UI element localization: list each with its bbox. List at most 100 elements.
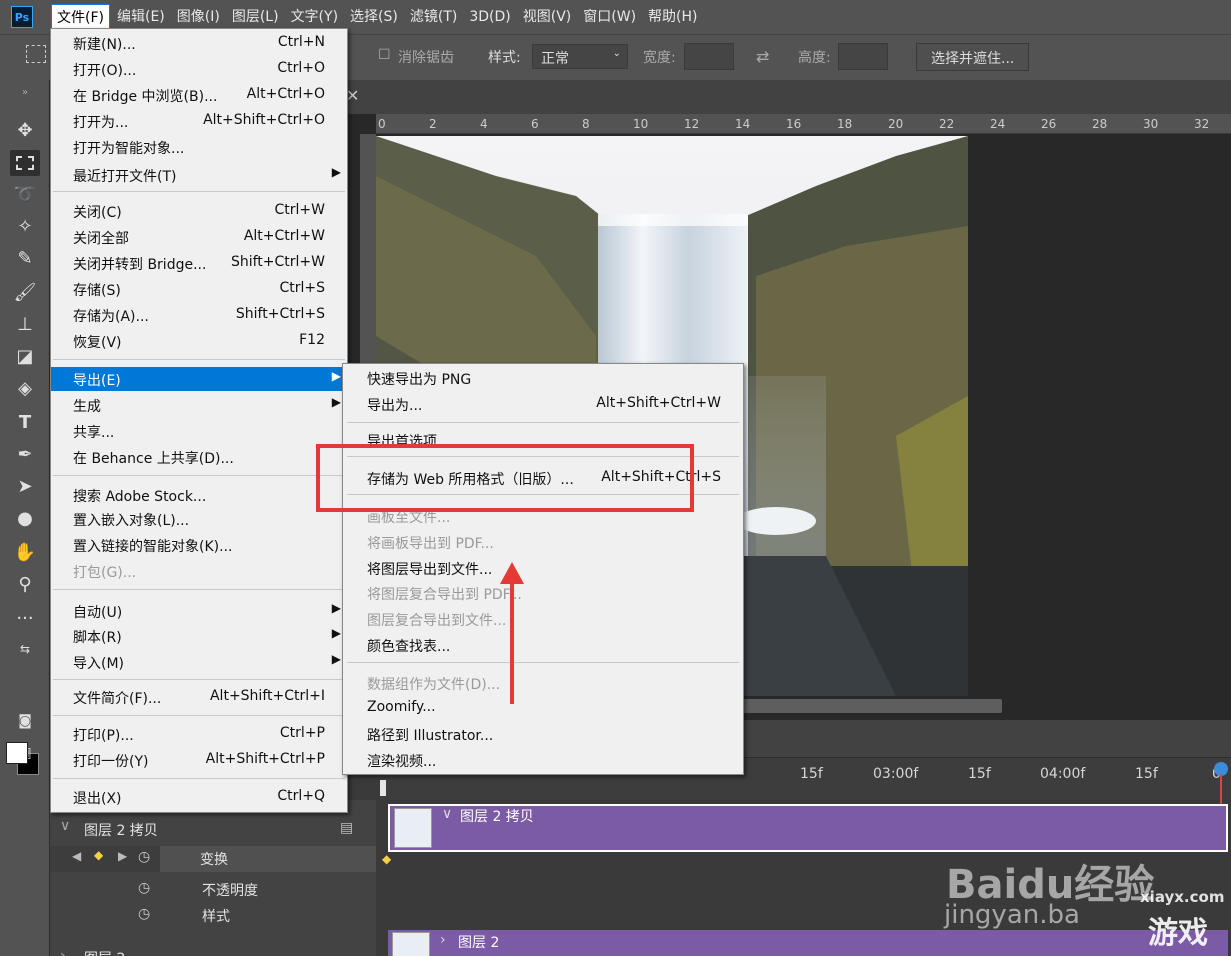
eraser-icon[interactable]: ◪ xyxy=(10,344,40,370)
menu-item-zoomify[interactable]: Zoomify... xyxy=(343,696,743,720)
brush-icon[interactable]: 🖌 xyxy=(10,280,40,306)
menu-select[interactable]: 选择(S) xyxy=(345,4,403,30)
menu-item-layers-to-files[interactable]: 将图层导出到文件... xyxy=(343,556,743,580)
quick-mask-icon[interactable]: ◙ xyxy=(10,708,40,734)
zoom-icon[interactable]: ⚲ xyxy=(10,572,40,598)
menu-item-browse-bridge[interactable]: 在 Bridge 中浏览(B)... Alt+Ctrl+O xyxy=(51,83,347,107)
menu-item-exit[interactable]: 退出(X) Ctrl+Q xyxy=(51,785,347,809)
swap-icon[interactable]: ⇄ xyxy=(756,47,769,66)
menu-item-shortcut: Alt+Ctrl+O xyxy=(246,86,325,102)
menu-item-open-smart-object[interactable]: 打开为智能对象... xyxy=(51,135,347,159)
menu-item-recent[interactable]: 最近打开文件(T) ▶ xyxy=(51,163,347,187)
stopwatch-icon[interactable]: ◷ xyxy=(138,880,150,896)
close-tab-icon[interactable]: ✕ xyxy=(346,86,359,105)
height-input[interactable] xyxy=(838,43,888,70)
menu-item-share[interactable]: 共享... xyxy=(51,419,347,443)
menu-item-new[interactable]: 新建(N)... Ctrl+N xyxy=(51,31,347,55)
menu-help[interactable]: 帮助(H) xyxy=(643,4,702,30)
horizontal-scrollbar[interactable] xyxy=(740,699,1002,713)
menu-item-close[interactable]: 关闭(C) Ctrl+W xyxy=(51,199,347,223)
panel-collapse-icon[interactable]: » xyxy=(10,80,40,106)
menu-item-render-video[interactable]: 渲染视频... xyxy=(343,748,743,772)
chevron-down-icon[interactable]: ∨ xyxy=(60,818,70,834)
stamp-icon[interactable]: ⊥ xyxy=(10,312,40,338)
stopwatch-icon[interactable]: ◷ xyxy=(138,849,150,865)
menu-item-print-one[interactable]: 打印一份(Y) Alt+Shift+Ctrl+P xyxy=(51,748,347,772)
menu-item-automate[interactable]: 自动(U) ▶ xyxy=(51,599,347,623)
menu-type[interactable]: 文字(Y) xyxy=(286,4,343,30)
select-and-mask-button[interactable]: 选择并遮住... xyxy=(916,43,1030,71)
type-tool-icon[interactable]: T xyxy=(10,410,40,436)
menu-item-print[interactable]: 打印(P)... Ctrl+P xyxy=(51,722,347,746)
antialias-checkbox[interactable]: ☐ xyxy=(378,47,391,63)
chevron-down-icon[interactable]: ∨ xyxy=(442,806,452,822)
menu-filter[interactable]: 滤镜(T) xyxy=(405,4,462,30)
menu-item-scripts[interactable]: 脚本(R) ▶ xyxy=(51,624,347,648)
menu-edit[interactable]: 编辑(E) xyxy=(112,4,170,30)
keyframe-icon[interactable]: ◆ xyxy=(94,848,103,862)
menu-item-revert[interactable]: 恢复(V) F12 xyxy=(51,329,347,353)
menu-item-place-embedded[interactable]: 置入嵌入对象(L)... xyxy=(51,507,347,531)
layer-copy-track[interactable]: ∨ 图层 2 拷贝 xyxy=(388,804,1228,852)
menu-item-color-lookup[interactable]: 颜色查找表... xyxy=(343,633,743,657)
menu-image[interactable]: 图像(I) xyxy=(172,4,225,30)
pen-icon[interactable]: ✒ xyxy=(10,442,40,468)
menu-item-close-go-bridge[interactable]: 关闭并转到 Bridge... Shift+Ctrl+W xyxy=(51,251,347,275)
menu-item-label: 打开为... xyxy=(73,115,129,131)
foreground-color-swatch[interactable] xyxy=(6,742,28,764)
film-icon[interactable]: ▤ xyxy=(340,820,353,836)
move-tool-icon[interactable]: ✥ xyxy=(10,118,40,144)
menu-file[interactable]: 文件(F) xyxy=(51,4,110,30)
menu-item-save[interactable]: 存储(S) Ctrl+S xyxy=(51,277,347,301)
menu-layer[interactable]: 图层(L) xyxy=(227,4,284,30)
path-selection-icon[interactable]: ➤ xyxy=(10,474,40,500)
hand-icon[interactable]: ✋ xyxy=(10,540,40,566)
paint-bucket-icon[interactable]: ◈ xyxy=(10,376,40,402)
swap-colors-icon[interactable]: ⇆ xyxy=(10,636,40,662)
menu-item-label: 打开(O)... xyxy=(73,63,137,79)
next-keyframe-icon[interactable]: ▶ xyxy=(118,849,127,863)
marquee-preset-icon[interactable] xyxy=(26,45,46,63)
more-tools-icon[interactable]: ··· xyxy=(10,606,40,632)
menu-item-quick-export-png[interactable]: 快速导出为 PNG xyxy=(343,366,743,390)
menu-item-export[interactable]: 导出(E) ▶ xyxy=(51,367,347,391)
work-area-start-handle[interactable] xyxy=(380,780,386,796)
menu-item-label: 导出(E) xyxy=(73,373,121,389)
magic-wand-icon[interactable]: ✧ xyxy=(10,214,40,240)
menu-item-layer-comps-to-pdf: 将图层复合导出到 PDF... xyxy=(343,581,743,605)
style-select[interactable]: 正常 ⌄ xyxy=(532,44,628,69)
layer2-track[interactable]: › 图层 2 xyxy=(388,930,1228,956)
menu-item-file-info[interactable]: 文件简介(F)... Alt+Shift+Ctrl+I xyxy=(51,685,347,709)
ellipse-tool-icon[interactable]: ● xyxy=(10,506,40,532)
layer-copy-label[interactable]: 图层 2 拷贝 xyxy=(84,820,158,840)
game-watermark: 游戏 xyxy=(1148,916,1208,951)
menu-3d[interactable]: 3D(D) xyxy=(464,4,515,30)
prev-keyframe-icon[interactable]: ◀ xyxy=(72,849,81,863)
menu-item-generate[interactable]: 生成 ▶ xyxy=(51,393,347,417)
menu-item-behance[interactable]: 在 Behance 上共享(D)... xyxy=(51,445,347,469)
width-input[interactable] xyxy=(684,43,734,70)
menu-item-open-as[interactable]: 打开为... Alt+Shift+Ctrl+O xyxy=(51,109,347,133)
menu-item-artboards-to-pdf: 将画板导出到 PDF... xyxy=(343,530,743,554)
menu-item-shortcut: Ctrl+O xyxy=(277,60,325,76)
menu-item-import[interactable]: 导入(M) ▶ xyxy=(51,650,347,674)
chevron-right-icon[interactable]: › xyxy=(60,948,66,956)
menu-item-close-all[interactable]: 关闭全部 Alt+Ctrl+W xyxy=(51,225,347,249)
menu-item-export-as[interactable]: 导出为... Alt+Shift+Ctrl+W xyxy=(343,392,743,416)
lasso-icon[interactable]: ➰ xyxy=(10,182,40,208)
menu-item-adobe-stock[interactable]: 搜索 Adobe Stock... xyxy=(51,483,347,507)
menu-item-place-linked[interactable]: 置入链接的智能对象(K)... xyxy=(51,533,347,557)
stopwatch-icon[interactable]: ◷ xyxy=(138,906,150,922)
layer2-label[interactable]: 图层 2 xyxy=(84,948,125,956)
menu-view[interactable]: 视图(V) xyxy=(518,4,577,30)
menu-item-shortcut: Ctrl+W xyxy=(274,202,325,218)
menu-item-save-as[interactable]: 存储为(A)... Shift+Ctrl+S xyxy=(51,303,347,327)
keyframe-diamond-icon[interactable]: ◆ xyxy=(382,852,391,866)
eyedropper-icon[interactable]: ✎ xyxy=(10,246,40,272)
menu-item-paths-to-illustrator[interactable]: 路径到 Illustrator... xyxy=(343,722,743,746)
chevron-right-icon[interactable]: › xyxy=(440,932,446,948)
menu-window[interactable]: 窗口(W) xyxy=(578,4,641,30)
menu-item-shortcut: Ctrl+Q xyxy=(277,788,325,804)
rectangular-marquee-icon[interactable] xyxy=(10,150,40,176)
menu-item-open[interactable]: 打开(O)... Ctrl+O xyxy=(51,57,347,81)
